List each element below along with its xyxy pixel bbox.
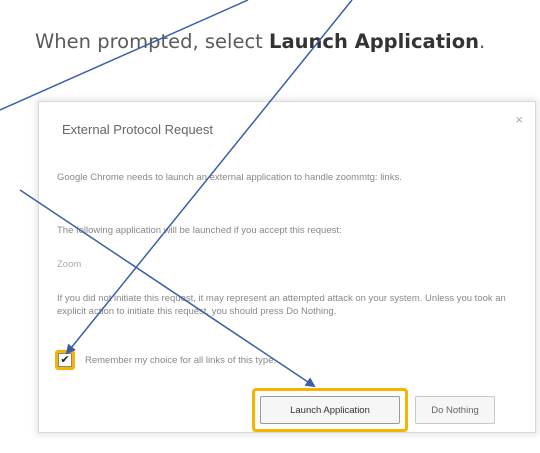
checkbox-highlight: ✔ [55,350,75,370]
instruction-heading: When prompted, select Launch Application… [35,30,485,53]
remember-choice-row: ✔ Remember my choice for all links of th… [55,350,276,370]
remember-choice-checkbox[interactable]: ✔ [58,353,72,367]
dialog-warning: If you did not initiate this request, it… [57,293,506,317]
close-icon[interactable]: × [515,112,523,127]
application-name: Zoom [57,259,82,270]
launch-application-button[interactable]: Launch Application [260,396,400,424]
instruction-emphasis: Launch Application [269,30,479,53]
instruction-prefix: When prompted, select [35,30,270,53]
instruction-suffix: . [479,30,486,53]
remember-choice-label: Remember my choice for all links of this… [85,354,277,366]
arrow-line-upper-left [0,0,249,111]
external-protocol-dialog: External Protocol Request × Google Chrom… [38,101,536,433]
dialog-title: External Protocol Request [62,122,214,137]
do-nothing-button[interactable]: Do Nothing [415,396,495,424]
dialog-application-notice: The following application will be launch… [57,225,342,236]
dialog-message: Google Chrome needs to launch an externa… [57,172,402,183]
launch-button-highlight: Launch Application [252,388,408,432]
